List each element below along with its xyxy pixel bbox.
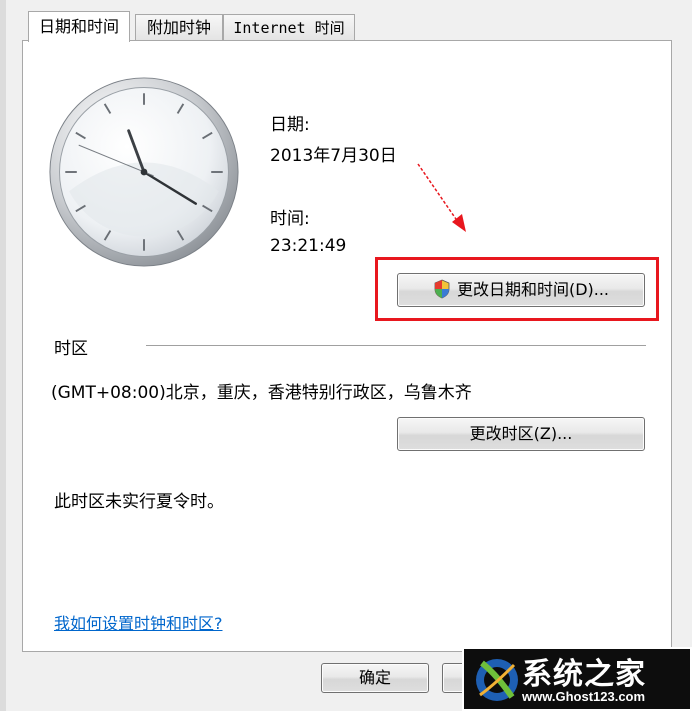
help-link[interactable]: 我如何设置时钟和时区? xyxy=(54,610,223,634)
timezone-divider xyxy=(146,345,646,346)
time-label: 时间: xyxy=(270,209,310,229)
window-edge xyxy=(0,0,6,711)
watermark-logo xyxy=(476,659,518,701)
tab-date-time[interactable]: 日期和时间 xyxy=(28,11,130,42)
watermark-url: www.Ghost123.com xyxy=(522,689,646,704)
timezone-value: (GMT+08:00)北京，重庆，香港特别行政区，乌鲁木齐 xyxy=(51,383,472,403)
date-value: 2013年7月30日 xyxy=(270,146,397,166)
change-date-time-label: 更改日期和时间(D)... xyxy=(456,280,610,299)
red-arrow xyxy=(417,163,466,232)
date-label: 日期: xyxy=(270,115,310,135)
analog-clock xyxy=(49,77,239,267)
timezone-section-label: 时区 xyxy=(54,339,88,359)
tab-additional-clocks[interactable]: 附加时钟 xyxy=(135,14,223,41)
change-timezone-button[interactable]: 更改时区(Z)... xyxy=(397,417,645,451)
time-value: 23:21:49 xyxy=(270,236,347,256)
ok-button[interactable]: 确定 xyxy=(321,663,429,693)
tab-internet-time[interactable]: Internet 时间 xyxy=(223,14,355,41)
dst-note: 此时区未实行夏令时。 xyxy=(54,492,224,512)
shield-icon xyxy=(434,279,450,299)
watermark: 系统之家 www.Ghost123.com xyxy=(462,647,692,711)
change-date-time-button[interactable]: 更改日期和时间(D)... xyxy=(397,273,645,307)
watermark-title: 系统之家 xyxy=(522,657,646,692)
